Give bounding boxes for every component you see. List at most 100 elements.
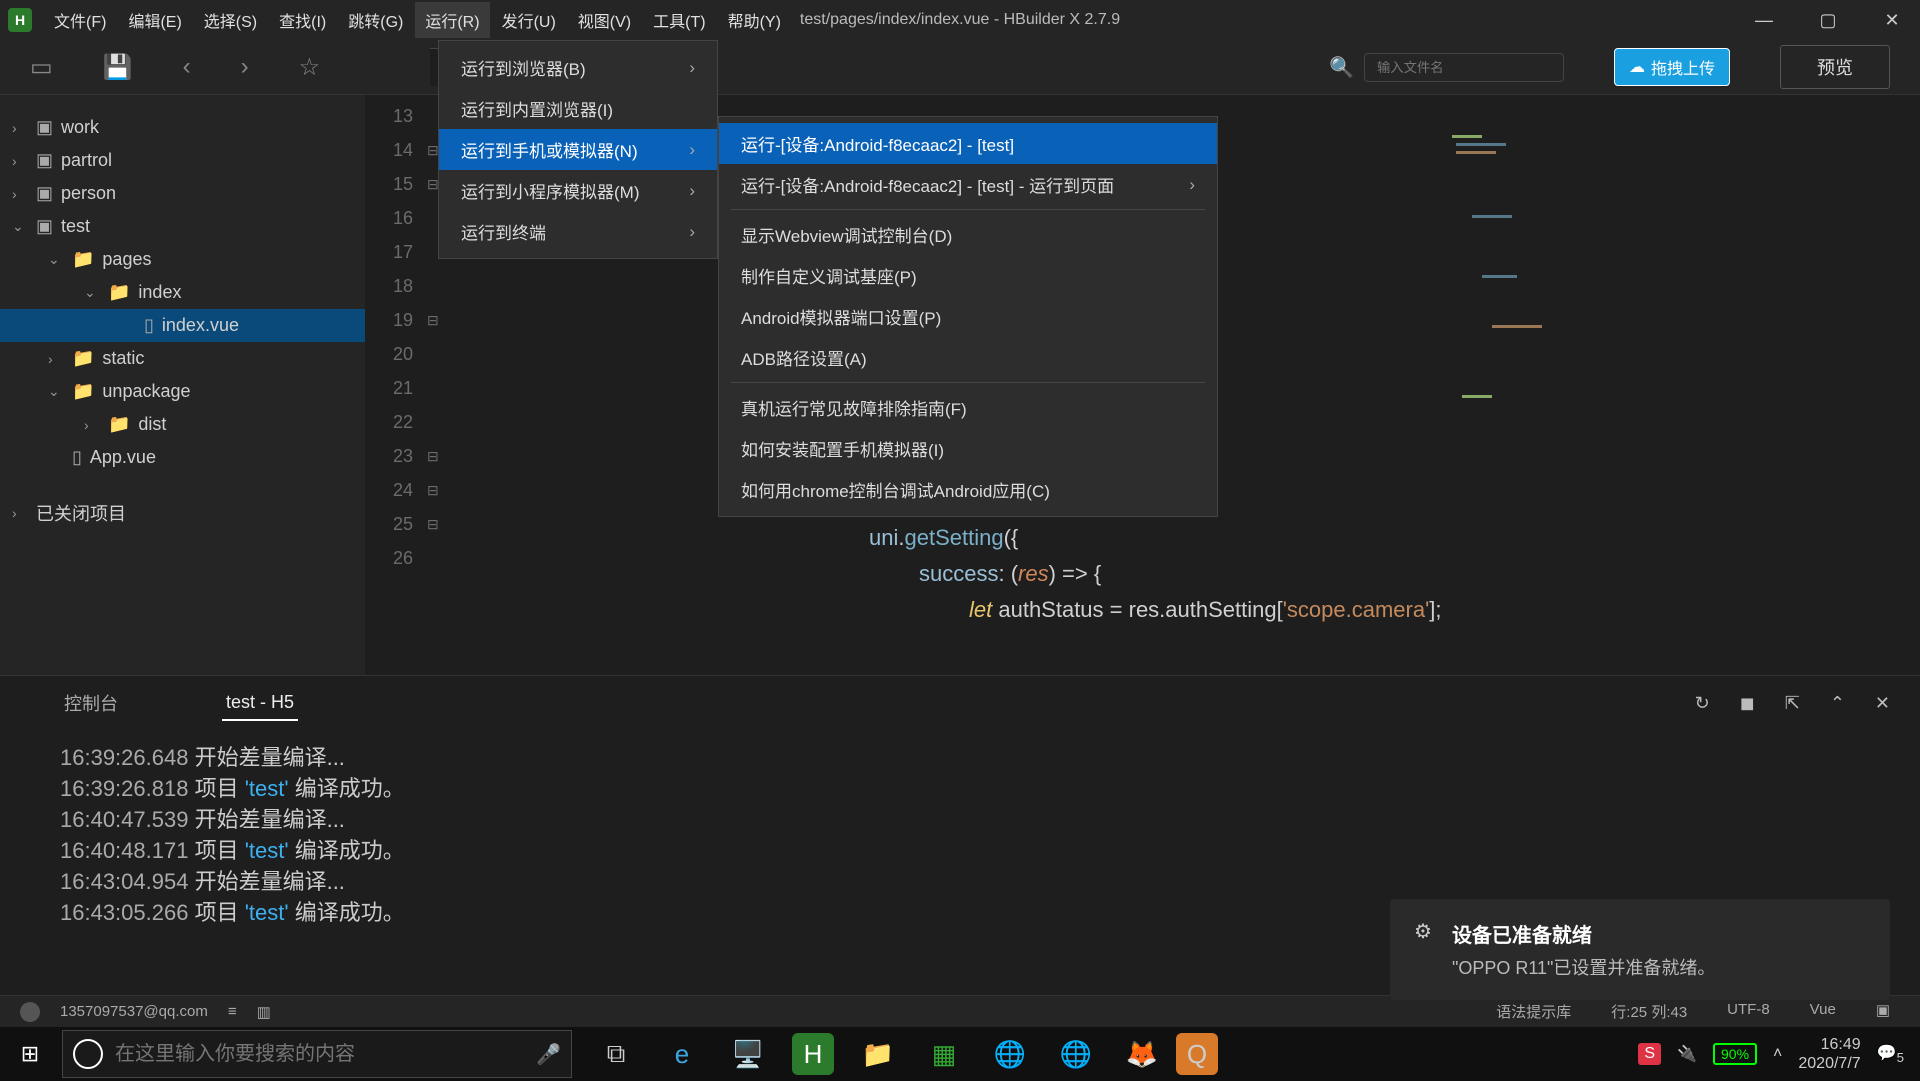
tree-item-work[interactable]: ›▣work — [0, 111, 365, 144]
panel-icon[interactable]: ▥ — [257, 1003, 271, 1021]
collapse-icon[interactable]: ⌃ — [1830, 693, 1845, 714]
dd2-item[interactable]: 运行-[设备:Android-f8ecaac2] - [test] - 运行到页… — [719, 164, 1217, 205]
syntax-hint[interactable]: 语法提示库 — [1496, 1001, 1571, 1022]
menu-3[interactable]: 查找(I) — [269, 2, 336, 38]
dd1-item[interactable]: 运行到浏览器(B)› — [439, 47, 717, 88]
menu-4[interactable]: 跳转(G) — [338, 2, 413, 38]
close-console-icon[interactable]: ✕ — [1875, 693, 1890, 714]
star-icon[interactable]: ☆ — [299, 53, 321, 82]
window-controls: — ▢ ✕ — [1744, 10, 1912, 31]
tree-item-App.vue[interactable]: ▯App.vue — [0, 441, 365, 474]
file-search-input[interactable] — [1364, 53, 1564, 82]
menu-9[interactable]: 帮助(Y) — [718, 2, 791, 38]
avatar-icon[interactable] — [20, 1002, 40, 1022]
dd2-item[interactable]: 如何安装配置手机模拟器(I) — [719, 428, 1217, 469]
tree-item-pages[interactable]: ⌄📁pages — [0, 243, 365, 276]
menu-6[interactable]: 发行(U) — [492, 2, 566, 38]
minimap[interactable] — [1442, 95, 1572, 675]
cursor-position: 行:25 列:43 — [1611, 1001, 1687, 1022]
start-button[interactable]: ⊞ — [0, 1027, 60, 1081]
toolbar: ▭ 💾 ‹ › ☆ index.vue 🔍 ☁ 拖拽上传 预览 — [0, 40, 1920, 95]
search-icon[interactable]: 🔍 — [1329, 55, 1354, 80]
notification-center-icon[interactable]: 💬5 — [1877, 1043, 1904, 1065]
dd1-item[interactable]: 运行到内置浏览器(I) — [439, 88, 717, 129]
taskbar-search[interactable]: 🎤 — [62, 1030, 572, 1078]
device-ready-notification[interactable]: ⚙ 设备已准备就绪 "OPPO R11"已设置并准备就绪。 — [1390, 899, 1890, 1000]
dd1-item[interactable]: 运行到终端› — [439, 211, 717, 252]
notification-body: "OPPO R11"已设置并准备就绪。 — [1452, 954, 1715, 980]
dd2-item[interactable]: 显示Webview调试控制台(D) — [719, 214, 1217, 255]
menu-2[interactable]: 选择(S) — [194, 2, 267, 38]
export-icon[interactable]: ⇱ — [1785, 693, 1800, 714]
terminal-icon[interactable]: ▣ — [1876, 1001, 1890, 1022]
preview-button[interactable]: 预览 — [1780, 45, 1890, 89]
cloud-icon: ☁ — [1629, 57, 1645, 77]
mic-icon[interactable]: 🎤 — [536, 1042, 561, 1067]
windows-taskbar: ⊞ 🎤 ⧉ e 🖥️ H 📁 ▦ 🌐 🌐 🦊 Q S 🔌 90% ˄ 16:49… — [0, 1027, 1920, 1081]
battery-indicator[interactable]: 90% — [1713, 1043, 1757, 1065]
menu-bar: 文件(F)编辑(E)选择(S)查找(I)跳转(G)运行(R)发行(U)视图(V)… — [44, 2, 791, 38]
upload-label: 拖拽上传 — [1651, 55, 1715, 79]
menu-7[interactable]: 视图(V) — [568, 2, 641, 38]
tree-item-test[interactable]: ⌄▣test — [0, 210, 365, 243]
tree-item-unpackage[interactable]: ⌄📁unpackage — [0, 375, 365, 408]
menu-8[interactable]: 工具(T) — [643, 2, 715, 38]
dd2-item[interactable]: 制作自定义调试基座(P) — [719, 255, 1217, 296]
dd1-item[interactable]: 运行到手机或模拟器(N)› — [439, 129, 717, 170]
user-email[interactable]: 1357097537@qq.com — [60, 1003, 208, 1020]
minimize-button[interactable]: — — [1744, 10, 1784, 31]
ime-icon[interactable]: S — [1638, 1043, 1661, 1065]
tree-item-static[interactable]: ›📁static — [0, 342, 365, 375]
forward-icon[interactable]: › — [241, 53, 249, 81]
new-file-icon[interactable]: ▭ — [30, 53, 53, 82]
taskbar-search-input[interactable] — [115, 1043, 524, 1066]
dd2-item[interactable]: Android模拟器端口设置(P) — [719, 296, 1217, 337]
close-button[interactable]: ✕ — [1872, 10, 1912, 31]
back-icon[interactable]: ‹ — [183, 53, 191, 81]
dd2-item[interactable]: 运行-[设备:Android-f8ecaac2] - [test] — [719, 123, 1217, 164]
chrome-icon-2[interactable]: 🌐 — [1044, 1027, 1108, 1081]
indent-icon[interactable]: ≡ — [228, 1003, 237, 1020]
gear-icon: ⚙ — [1414, 919, 1432, 980]
upload-button[interactable]: ☁ 拖拽上传 — [1614, 48, 1730, 86]
app-icon-green[interactable]: ▦ — [912, 1027, 976, 1081]
console-tab-h5[interactable]: test - H5 — [222, 686, 298, 721]
console-tab-log[interactable]: 控制台 — [60, 684, 122, 722]
firefox-icon[interactable]: 🦊 — [1110, 1027, 1174, 1081]
power-icon[interactable]: 🔌 — [1677, 1044, 1697, 1064]
dd2-item[interactable]: 真机运行常见故障排除指南(F) — [719, 387, 1217, 428]
save-icon[interactable]: 💾 — [103, 53, 133, 82]
dd2-item[interactable]: 如何用chrome控制台调试Android应用(C) — [719, 469, 1217, 510]
menu-5[interactable]: 运行(R) — [415, 2, 489, 38]
date-text: 2020/7/7 — [1798, 1054, 1860, 1073]
edge-icon[interactable]: e — [650, 1027, 714, 1081]
maximize-button[interactable]: ▢ — [1808, 10, 1848, 31]
console-tabs: 控制台 test - H5 ↻ ◼ ⇱ ⌃ ✕ — [0, 676, 1920, 730]
app-icon-orange[interactable]: Q — [1176, 1033, 1218, 1075]
explorer-icon[interactable]: 🖥️ — [716, 1027, 780, 1081]
encoding[interactable]: UTF-8 — [1727, 1001, 1770, 1022]
stop-icon[interactable]: ◼ — [1740, 693, 1755, 714]
clock[interactable]: 16:49 2020/7/7 — [1798, 1035, 1860, 1073]
folder-icon[interactable]: 📁 — [846, 1027, 910, 1081]
closed-projects[interactable]: ›已关闭项目 — [0, 494, 365, 532]
tree-item-index[interactable]: ⌄📁index — [0, 276, 365, 309]
tree-item-partrol[interactable]: ›▣partrol — [0, 144, 365, 177]
hbuilder-icon[interactable]: H — [792, 1033, 834, 1075]
run-device-submenu: 运行-[设备:Android-f8ecaac2] - [test]运行-[设备:… — [718, 116, 1218, 517]
tree-item-person[interactable]: ›▣person — [0, 177, 365, 210]
dd1-item[interactable]: 运行到小程序模拟器(M)› — [439, 170, 717, 211]
task-view-icon[interactable]: ⧉ — [584, 1027, 648, 1081]
tree-item-index.vue[interactable]: ▯index.vue — [0, 309, 365, 342]
dd2-item[interactable]: ADB路径设置(A) — [719, 337, 1217, 378]
app-icon: H — [8, 8, 32, 32]
language-mode[interactable]: Vue — [1810, 1001, 1836, 1022]
restart-icon[interactable]: ↻ — [1695, 693, 1710, 714]
cortana-icon — [73, 1039, 103, 1069]
chevron-up-icon[interactable]: ˄ — [1773, 1045, 1782, 1063]
menu-1[interactable]: 编辑(E) — [118, 2, 191, 38]
tree-item-dist[interactable]: ›📁dist — [0, 408, 365, 441]
menu-0[interactable]: 文件(F) — [44, 2, 116, 38]
time-text: 16:49 — [1798, 1035, 1860, 1054]
chrome-icon[interactable]: 🌐 — [978, 1027, 1042, 1081]
